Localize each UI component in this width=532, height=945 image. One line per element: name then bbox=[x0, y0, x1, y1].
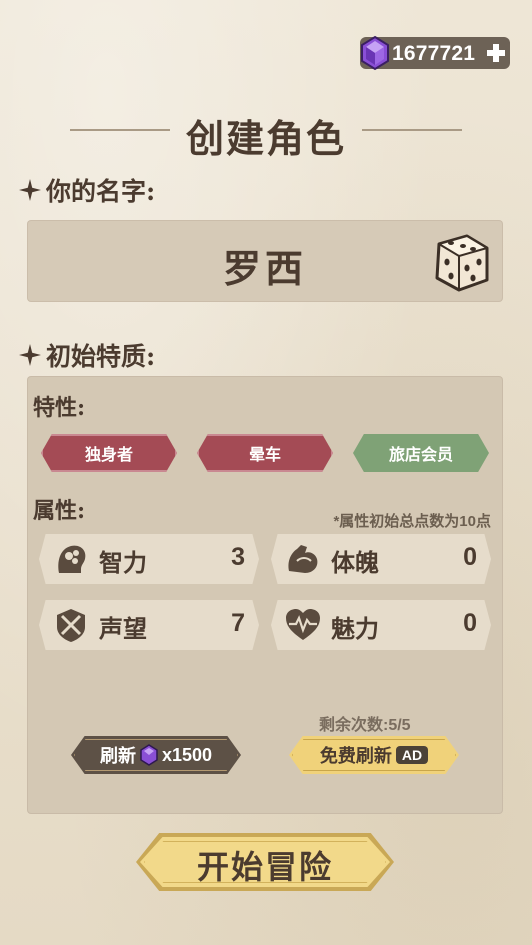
remaining-count: 剩余次数:5/5 bbox=[319, 717, 411, 734]
trait-tag-carsick[interactable]: 晕车 bbox=[197, 434, 333, 472]
currency-display: 1677721 bbox=[360, 35, 510, 71]
name-input-box[interactable]: 罗西 bbox=[27, 220, 503, 302]
attribute-value: 0 bbox=[463, 609, 477, 637]
ad-badge: AD bbox=[395, 746, 429, 764]
crossed-swords-icon bbox=[57, 609, 85, 642]
attribute-name: 声望 bbox=[99, 614, 147, 643]
purple-gem-icon bbox=[361, 35, 389, 71]
trait-label: 独身者 bbox=[84, 447, 133, 464]
traits-panel: 特性: 独身者 晕车 旅店会员 属性: *属性初始总点数为10点 智力 3 体魄… bbox=[27, 376, 503, 814]
attribute-physique: 体魄 0 bbox=[271, 534, 491, 584]
sparkle-icon bbox=[19, 179, 41, 201]
attribute-intelligence: 智力 3 bbox=[39, 534, 259, 584]
traits-section-label: 初始特质: bbox=[18, 337, 155, 373]
sparkle-icon bbox=[19, 344, 41, 366]
attribute-value: 3 bbox=[231, 543, 245, 571]
attribute-charm: 魅力 0 bbox=[271, 600, 491, 650]
muscle-arm-icon bbox=[288, 545, 318, 573]
heart-pulse-icon bbox=[286, 609, 320, 640]
name-label-text: 你的名字: bbox=[46, 177, 156, 206]
refresh-button-label: 刷新 bbox=[99, 746, 136, 766]
refresh-cost: x1500 bbox=[161, 744, 213, 765]
free-refresh-button[interactable]: 免费刷新 AD bbox=[289, 736, 459, 774]
currency-amount: 1677721 bbox=[392, 42, 476, 65]
refresh-button[interactable]: 刷新 x1500 bbox=[71, 736, 241, 774]
attributes-note: *属性初始总点数为10点 bbox=[333, 513, 491, 530]
attribute-name: 魅力 bbox=[331, 614, 379, 643]
attribute-reputation: 声望 7 bbox=[39, 600, 259, 650]
start-adventure-label: 开始冒险 bbox=[196, 848, 333, 886]
attributes-sub-label: 属性: bbox=[33, 498, 86, 524]
plus-icon[interactable] bbox=[486, 43, 506, 63]
page-title: 创建角色 bbox=[185, 116, 346, 161]
brain-head-icon bbox=[58, 545, 86, 573]
trait-label: 旅店会员 bbox=[388, 447, 453, 464]
start-adventure-button[interactable]: 开始冒险 bbox=[136, 833, 394, 891]
attribute-value: 0 bbox=[463, 543, 477, 571]
name-section-label: 你的名字: bbox=[18, 172, 155, 208]
trait-label: 晕车 bbox=[248, 447, 281, 464]
traits-sub-label: 特性: bbox=[33, 395, 86, 421]
attribute-name: 智力 bbox=[99, 548, 147, 577]
trait-tag-inn-member[interactable]: 旅店会员 bbox=[353, 434, 489, 472]
free-refresh-label: 免费刷新 bbox=[319, 746, 392, 766]
dice-icon[interactable] bbox=[427, 228, 497, 298]
traits-label-text: 初始特质: bbox=[46, 342, 156, 371]
page-title-row: 创建角色 bbox=[70, 108, 462, 161]
trait-tag-single[interactable]: 独身者 bbox=[41, 434, 177, 472]
attribute-name: 体魄 bbox=[331, 548, 379, 577]
purple-gem-icon bbox=[140, 744, 158, 766]
title-divider-right bbox=[362, 129, 462, 131]
attribute-value: 7 bbox=[231, 609, 245, 637]
